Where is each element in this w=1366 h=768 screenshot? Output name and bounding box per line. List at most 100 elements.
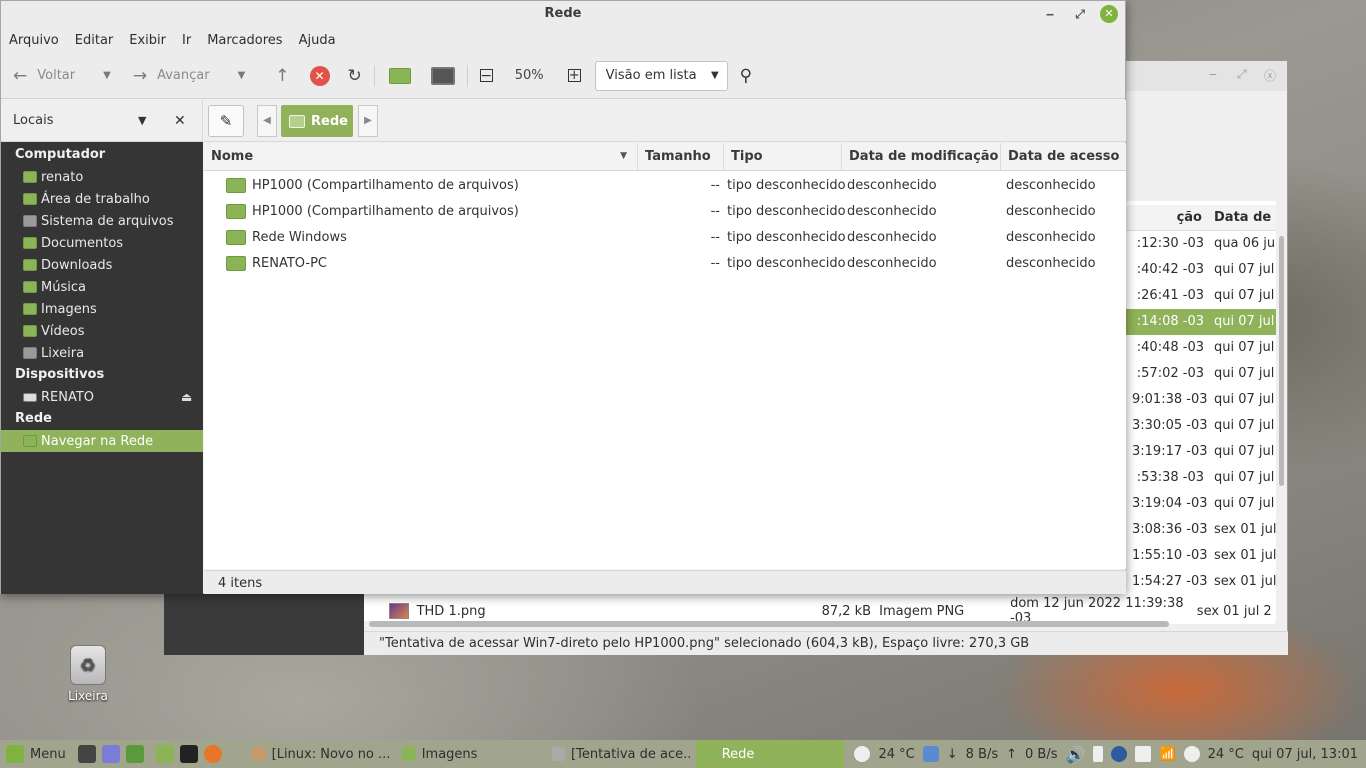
menu-button[interactable]: Menu bbox=[0, 740, 72, 768]
table-row[interactable]: 1:55:10 -03 sex 01 jul 2 bbox=[1126, 543, 1276, 569]
zoom-out-icon[interactable]: − bbox=[479, 69, 493, 83]
sidebar-item[interactable]: Música bbox=[1, 276, 203, 298]
breadcrumb-right-arrow[interactable]: ▶ bbox=[358, 105, 378, 137]
window-titlebar[interactable]: Rede ‒ ⤢ ✕ bbox=[1, 1, 1125, 27]
taskbar-window-button[interactable]: Rede bbox=[695, 740, 844, 768]
file-modified: 1:54:27 -03 bbox=[1132, 574, 1208, 589]
background-list-header[interactable]: ção Data de ac bbox=[1126, 205, 1276, 231]
file-modified: :12:30 -03 bbox=[1136, 236, 1204, 251]
table-row[interactable]: 3:30:05 -03 qui 07 jul 2 bbox=[1126, 413, 1276, 439]
table-row[interactable]: 3:19:04 -03 qui 07 jul 2 bbox=[1126, 491, 1276, 517]
table-row[interactable]: :12:30 -03 qua 06 jul 2 bbox=[1126, 231, 1276, 257]
table-row[interactable]: :57:02 -03 qui 07 jul 2 bbox=[1126, 361, 1276, 387]
table-row[interactable]: RENATO-PC -- tipo desconhecido desconhecido… bbox=[204, 250, 1126, 276]
close-sidebar-icon[interactable]: ✕ bbox=[174, 113, 186, 129]
breadcrumb-current[interactable]: Rede bbox=[281, 105, 353, 137]
menu-help[interactable]: Ajuda bbox=[299, 33, 336, 48]
battery-icon[interactable] bbox=[1093, 746, 1104, 762]
stop-icon[interactable]: ✕ bbox=[309, 65, 330, 86]
zoom-in-icon[interactable]: + bbox=[567, 69, 581, 82]
table-row[interactable]: :26:41 -03 qui 07 jul 2 bbox=[1126, 283, 1276, 309]
sidebar-item-label: Música bbox=[41, 279, 86, 295]
minimize-icon[interactable]: ‒ bbox=[1209, 67, 1217, 81]
weather-icon[interactable] bbox=[854, 746, 871, 762]
computer-icon[interactable] bbox=[430, 66, 455, 85]
wifi-icon[interactable]: 📶 bbox=[1159, 747, 1175, 762]
menu-view[interactable]: Exibir bbox=[129, 33, 166, 48]
maximize-icon[interactable]: ⤢ bbox=[1237, 67, 1247, 82]
volume-icon[interactable]: 🔊 bbox=[1066, 745, 1086, 764]
back-history-dropdown-icon[interactable]: ▼ bbox=[103, 70, 111, 81]
close-icon[interactable]: ⓧ bbox=[1264, 67, 1276, 84]
table-row[interactable]: :40:42 -03 qui 07 jul 2 bbox=[1126, 257, 1276, 283]
table-row[interactable]: HP1000 (Compartilhamento de arquivos) -- t… bbox=[204, 198, 1126, 224]
sidebar-item[interactable]: Imagens bbox=[1, 298, 203, 320]
column-name[interactable]: Nome ▼ bbox=[204, 143, 638, 170]
sidebar-item[interactable]: Documentos bbox=[1, 232, 203, 254]
column-accessed[interactable]: Data de acesso bbox=[1001, 143, 1126, 170]
menu-label: Menu bbox=[30, 746, 66, 762]
table-row[interactable]: 3:08:36 -03 sex 01 jul 2 bbox=[1126, 517, 1276, 543]
sidebar-item[interactable]: Vídeos bbox=[1, 320, 203, 342]
sidebar-item[interactable]: Área de trabalho bbox=[1, 188, 203, 210]
clipboard-icon[interactable] bbox=[1135, 746, 1152, 762]
clock[interactable]: qui 07 jul, 13:01 bbox=[1252, 747, 1358, 762]
breadcrumb-left-arrow[interactable]: ◀ bbox=[257, 105, 277, 137]
taskbar-window-button[interactable]: [Tentativa de ace... bbox=[546, 740, 696, 768]
forward-history-dropdown-icon[interactable]: ▼ bbox=[238, 70, 246, 81]
sidebar-item[interactable]: RENATO ⏏ bbox=[1, 386, 203, 408]
desktop-trash-icon[interactable]: ♻ Lixeira bbox=[60, 645, 116, 703]
column-accessed[interactable]: Data de ac bbox=[1208, 205, 1276, 230]
firefox-icon[interactable] bbox=[203, 745, 222, 763]
vertical-scrollbar[interactable] bbox=[1279, 236, 1284, 486]
table-row[interactable]: 9:01:38 -03 qui 07 jul 2 bbox=[1126, 387, 1276, 413]
maximize-icon[interactable]: ⤢ bbox=[1071, 5, 1089, 23]
table-row[interactable]: 3:19:17 -03 qui 07 jul 2 bbox=[1126, 439, 1276, 465]
terminal-icon[interactable] bbox=[179, 745, 198, 763]
sidebar-item[interactable]: Downloads bbox=[1, 254, 203, 276]
update-shield-icon[interactable] bbox=[1111, 746, 1128, 762]
sidebar-header[interactable]: Locais ▼ ✕ bbox=[1, 100, 203, 142]
table-row[interactable]: :40:48 -03 qui 07 jul 2 bbox=[1126, 335, 1276, 361]
taskbar-window-button[interactable]: [Linux: Novo no ... bbox=[246, 740, 396, 768]
menu-edit[interactable]: Editar bbox=[75, 33, 114, 48]
menu-go[interactable]: Ir bbox=[182, 33, 191, 48]
arrow-up-icon[interactable]: ↑ bbox=[275, 66, 289, 86]
menu-bookmarks[interactable]: Marcadores bbox=[207, 33, 282, 48]
sidebar-item[interactable]: renato bbox=[1, 166, 203, 188]
close-icon[interactable]: ✕ bbox=[1100, 5, 1118, 23]
column-type[interactable]: Tipo bbox=[724, 143, 842, 170]
menu-file[interactable]: Arquivo bbox=[9, 33, 59, 48]
chevron-down-icon[interactable]: ▼ bbox=[138, 114, 146, 127]
table-row[interactable]: HP1000 (Compartilhamento de arquivos) -- t… bbox=[204, 172, 1126, 198]
horizontal-scrollbar[interactable] bbox=[369, 621, 1169, 627]
edit-location-button[interactable]: ✎ bbox=[208, 105, 244, 137]
network-monitor-icon[interactable] bbox=[922, 746, 939, 762]
eject-icon[interactable]: ⏏ bbox=[181, 390, 192, 404]
file-manager-window[interactable]: Rede ‒ ⤢ ✕ Arquivo Editar Exibir Ir Marc… bbox=[0, 0, 1126, 594]
weather-icon[interactable] bbox=[1183, 746, 1200, 762]
taskbar-window-button[interactable]: Imagens bbox=[396, 740, 546, 768]
table-row[interactable]: 1:54:27 -03 sex 01 jul 2 bbox=[1126, 569, 1276, 595]
table-row[interactable]: :53:38 -03 qui 07 jul 2 bbox=[1126, 465, 1276, 491]
reload-icon[interactable]: ↻ bbox=[348, 66, 362, 86]
sidebar-item[interactable]: Sistema de arquivos bbox=[1, 210, 203, 232]
show-desktop-icon[interactable] bbox=[125, 745, 144, 763]
calculator-icon[interactable] bbox=[77, 745, 96, 763]
text-editor-icon[interactable] bbox=[101, 745, 120, 763]
column-modified[interactable]: Data de modificação bbox=[842, 143, 1001, 170]
home-folder-icon[interactable] bbox=[388, 67, 411, 84]
file-modified: desconhecido bbox=[847, 229, 937, 245]
table-row[interactable]: :14:08 -03 qui 07 jul 2 bbox=[1126, 309, 1276, 335]
column-size[interactable]: Tamanho bbox=[638, 143, 724, 170]
view-mode-select[interactable]: Visão em lista ▼ bbox=[594, 60, 728, 91]
search-icon[interactable]: ⚲ bbox=[740, 66, 752, 86]
table-row[interactable]: Rede Windows -- tipo desconhecido desconhec… bbox=[204, 224, 1126, 250]
back-button[interactable]: ← Voltar bbox=[13, 66, 75, 86]
forward-button[interactable]: → Avançar bbox=[133, 66, 210, 86]
column-modified[interactable]: ção bbox=[1126, 205, 1208, 230]
minimize-icon[interactable]: ‒ bbox=[1041, 5, 1059, 23]
files-icon[interactable] bbox=[155, 745, 174, 763]
sidebar-item[interactable]: Lixeira bbox=[1, 342, 203, 364]
sidebar-item[interactable]: Navegar na Rede bbox=[1, 430, 203, 452]
